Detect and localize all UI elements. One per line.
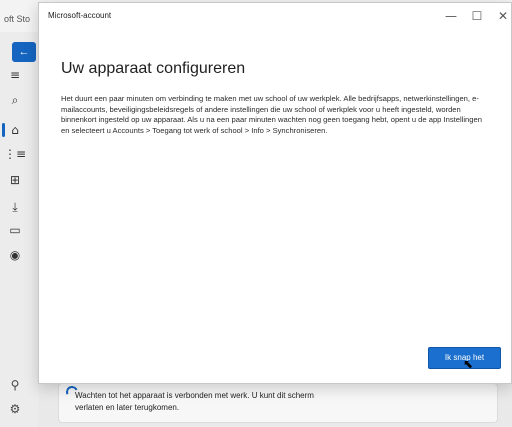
games-icon[interactable]: ◉ <box>4 245 26 265</box>
connection-status-text: Wachten tot het apparaat is verbonden me… <box>75 391 314 412</box>
library-icon[interactable]: ▭ <box>4 220 26 240</box>
menu-icon[interactable]: ≡ <box>4 65 26 85</box>
dialog-titlebar: Microsoft-account — ☐ ✕ <box>39 3 511 29</box>
settings-icon[interactable]: ⚙ <box>4 400 26 418</box>
dialog-body-text: Het duurt een paar minuten om verbinding… <box>61 94 482 135</box>
maximize-button[interactable]: ☐ <box>463 6 491 26</box>
apps-icon[interactable]: ⋮≡ <box>4 144 26 164</box>
dialog-heading: Uw apparaat configureren <box>61 60 246 77</box>
store-app-title: oft Sto <box>4 14 31 24</box>
dialog-title: Microsoft-account <box>48 11 112 20</box>
grid-icon[interactable]: ⊞ <box>4 170 26 190</box>
home-icon[interactable]: ⌂ <box>4 120 26 140</box>
connection-status-card: Wachten tot het apparaat is verbonden me… <box>58 383 498 423</box>
search-icon[interactable]: ⌕ <box>4 90 26 110</box>
user-icon[interactable]: ⚲ <box>4 376 26 394</box>
screen: oft Sto ← ≡ ⌕ ⌂ ⋮≡ ⊞ ⤓ ▭ ◉ ⚲ ⚙ Wachten tot het ap… <box>0 0 512 427</box>
mouse-cursor-icon: ⬉ <box>463 357 474 371</box>
back-button[interactable]: ← <box>12 42 36 62</box>
close-button[interactable]: ✕ <box>489 6 512 26</box>
minimize-button[interactable]: — <box>437 6 465 26</box>
download-icon[interactable]: ⤓ <box>4 197 26 217</box>
microsoft-account-dialog: Microsoft-account — ☐ ✕ Uw apparaat conf… <box>38 2 512 384</box>
